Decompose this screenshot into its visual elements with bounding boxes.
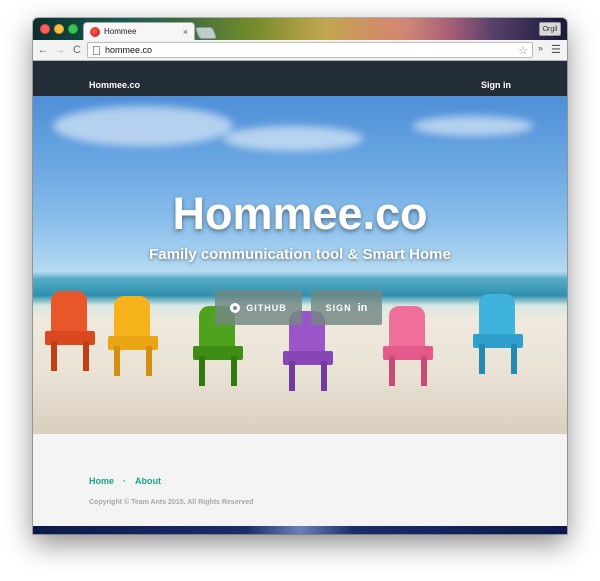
orange-chair bbox=[45, 291, 105, 381]
footer-separator: · bbox=[123, 476, 127, 486]
browser-menu-icon[interactable]: ☰ bbox=[551, 43, 561, 56]
profile-button[interactable]: Orgil bbox=[539, 22, 561, 36]
cloud-shape bbox=[53, 106, 233, 146]
address-bar[interactable]: hommee.co ☆ bbox=[87, 42, 533, 58]
tab-title: Hommee bbox=[104, 27, 137, 36]
extensions-overflow-icon[interactable]: » bbox=[538, 43, 543, 53]
hero-subtitle: Family communication tool & Smart Home bbox=[149, 246, 451, 263]
zoom-window-icon[interactable] bbox=[68, 24, 78, 34]
url-text[interactable]: hommee.co bbox=[105, 45, 513, 55]
site-brand[interactable]: Hommee.co bbox=[89, 80, 140, 90]
signin-button-label: SIGN bbox=[325, 302, 352, 313]
github-button[interactable]: GITHUB bbox=[215, 290, 302, 325]
copyright-text: Copyright © Team Ants 2015. All Rights R… bbox=[89, 499, 254, 506]
cloud-shape bbox=[223, 126, 363, 151]
footer-links: Home · About bbox=[89, 476, 161, 486]
new-tab-button[interactable] bbox=[194, 27, 218, 39]
github-button-label: GITHUB bbox=[246, 302, 287, 313]
blue-chair bbox=[473, 294, 533, 384]
linkedin-icon: in bbox=[357, 301, 368, 314]
minimize-window-icon[interactable] bbox=[54, 24, 64, 34]
page-icon bbox=[93, 45, 100, 55]
active-tab[interactable]: Hommee × bbox=[83, 22, 195, 40]
hommee-favicon-icon bbox=[90, 26, 100, 37]
reload-icon[interactable]: C bbox=[70, 44, 84, 56]
desktop-wallpaper-strip bbox=[33, 526, 567, 534]
github-icon bbox=[230, 302, 241, 313]
footer-link-home[interactable]: Home bbox=[89, 476, 114, 486]
browser-toolbar: ← → C hommee.co ☆ » ☰ bbox=[33, 40, 567, 61]
yellow-chair bbox=[108, 296, 168, 386]
navbar-signin-link[interactable]: Sign in bbox=[481, 80, 511, 90]
browser-window: Hommee × Orgil ← → C hommee.co ☆ » ☰ Hom… bbox=[33, 18, 567, 534]
signin-linkedin-button[interactable]: SIGN in bbox=[311, 290, 382, 325]
back-arrow-icon[interactable]: ← bbox=[36, 44, 50, 56]
footer-link-about[interactable]: About bbox=[135, 476, 161, 486]
web-page: Hommee.co Sign in Hommee.co Family commu… bbox=[33, 61, 567, 534]
tab-close-icon[interactable]: × bbox=[183, 27, 188, 37]
hero-title: Hommee.co bbox=[172, 188, 428, 239]
bookmark-star-icon[interactable]: ☆ bbox=[518, 44, 528, 57]
close-window-icon[interactable] bbox=[40, 24, 50, 34]
site-navbar: Hommee.co Sign in bbox=[33, 61, 567, 96]
site-footer: Home · About Copyright © Team Ants 2015.… bbox=[33, 434, 567, 526]
forward-arrow-icon[interactable]: → bbox=[53, 44, 67, 56]
tab-bar: Hommee × Orgil bbox=[33, 18, 567, 40]
cloud-shape bbox=[413, 116, 533, 136]
pink-chair bbox=[383, 306, 443, 391]
hero-section: Hommee.co Family communication tool & Sm… bbox=[33, 96, 567, 434]
